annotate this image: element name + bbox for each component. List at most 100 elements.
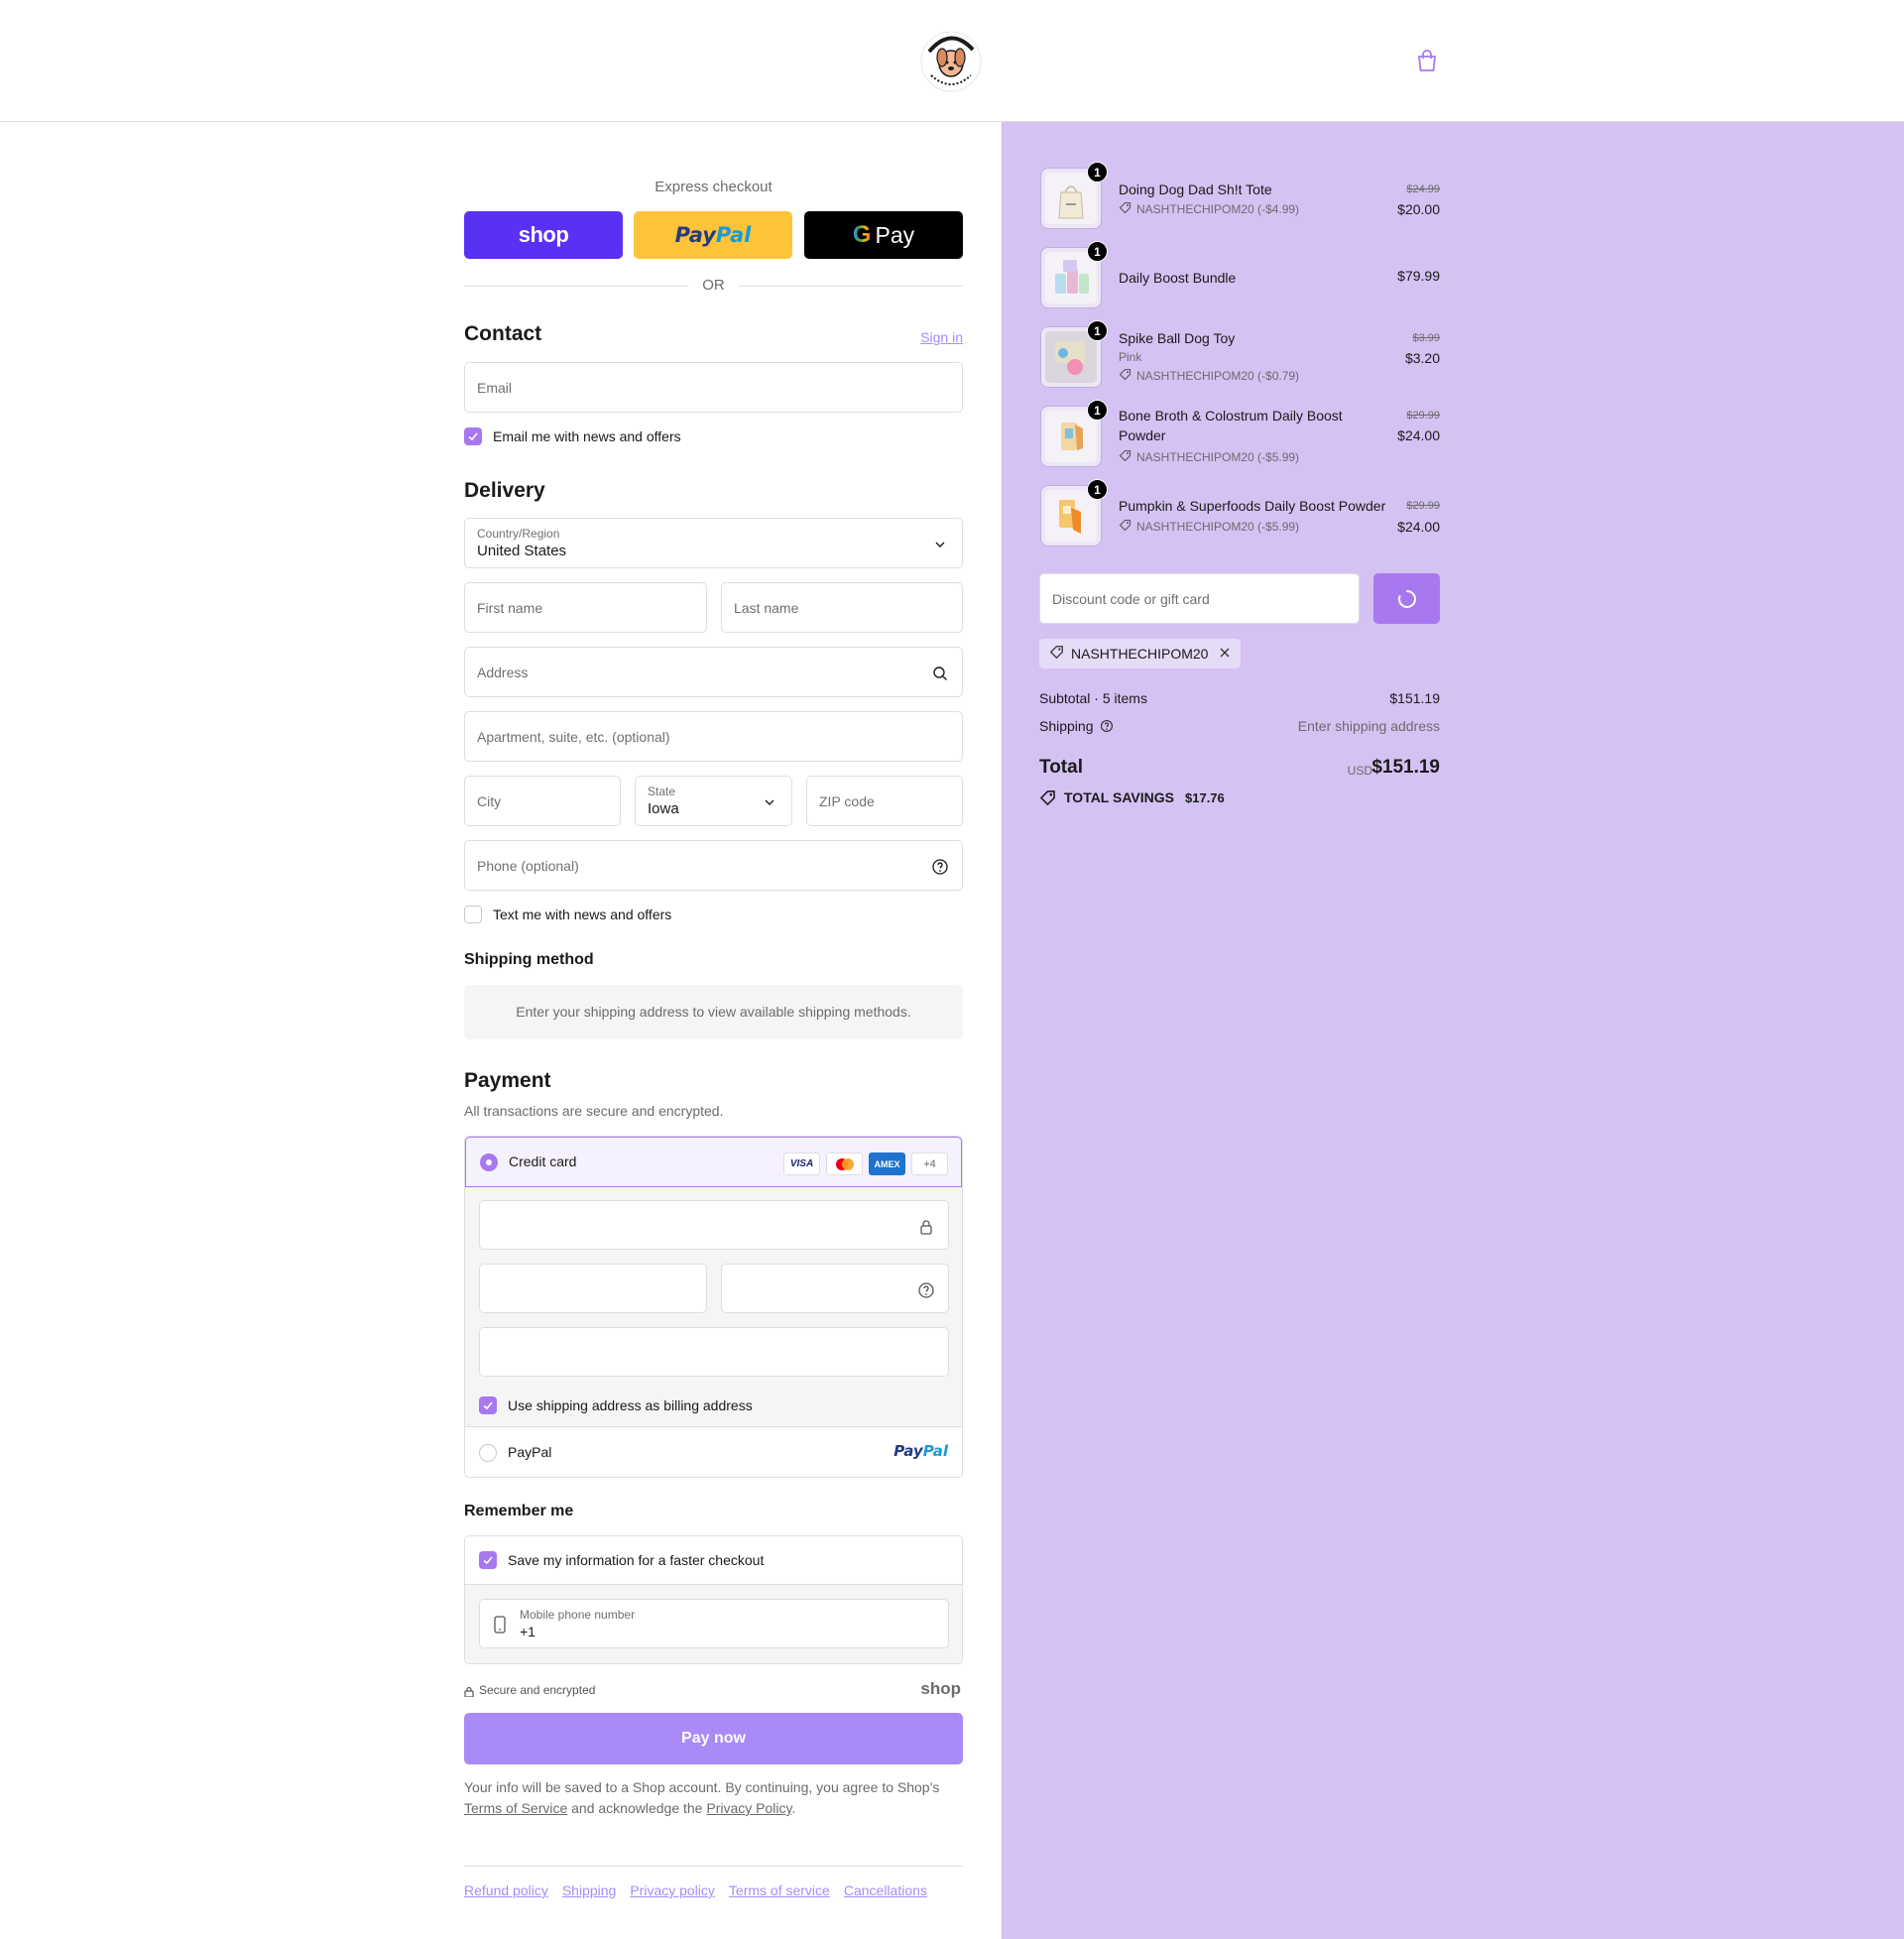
phone-field[interactable]: Phone (optional) [464,840,963,891]
chevron-down-icon [931,536,949,553]
item-discount-code: NASHTHECHIPOM20 (-$0.79) [1136,369,1300,383]
zip-field[interactable]: ZIP code [806,776,963,826]
item-name: Pumpkin & Superfoods Daily Boost Powder [1119,498,1386,514]
paypal-option[interactable]: PayPal PayPal [465,1427,962,1477]
secure-label: Secure and encrypted [479,1683,596,1697]
item-original-price: $29.99 [1406,500,1440,512]
paypal-logo: PayPal [893,1442,948,1460]
store-logo[interactable] [915,28,987,95]
shopping-bag-icon[interactable] [1416,49,1438,72]
name-on-card-field[interactable] [479,1327,949,1377]
item-price: $3.20 [1404,350,1440,366]
remove-discount-icon[interactable] [1219,646,1231,662]
item-discount-code: NASHTHECHIPOM20 (-$5.99) [1136,450,1300,464]
save-info-row[interactable]: Save my information for a faster checkou… [465,1536,962,1585]
paypal-label: PayPal [508,1444,552,1460]
terms-of-service-footer-link[interactable]: Terms of service [729,1882,830,1898]
help-icon[interactable] [1100,719,1114,736]
privacy-policy-link[interactable]: Privacy Policy [706,1800,791,1816]
credit-card-fields: Use shipping address as billing address [465,1187,962,1427]
text-news-label: Text me with news and offers [493,907,672,922]
item-price: $24.00 [1397,519,1440,535]
item-original-price: $3.99 [1412,332,1440,344]
save-info-label: Save my information for a faster checkou… [508,1552,765,1568]
quantity-badge: 1 [1087,320,1108,341]
apartment-field[interactable]: Apartment, suite, etc. (optional) [464,711,963,762]
google-pay-button[interactable]: G Pay [804,211,963,259]
shipping-label: Shipping [1039,718,1094,734]
sign-in-link[interactable]: Sign in [920,329,963,345]
mastercard-icon [826,1152,863,1175]
credit-card-radio[interactable] [480,1153,498,1171]
first-name-field[interactable]: First name [464,582,707,633]
city-field[interactable]: City [464,776,621,826]
shipping-policy-link[interactable]: Shipping [562,1882,617,1898]
secure-row: Secure and encrypted shop [464,1679,963,1701]
shipping-method-message: Enter your shipping address to view avai… [516,1004,911,1020]
chevron-down-icon [761,793,778,811]
expiration-date-field[interactable] [479,1264,707,1313]
item-discount-code: NASHTHECHIPOM20 (-$5.99) [1136,520,1300,534]
total-row: Total USD $151.19 [1039,757,1440,787]
applied-discount-tag: NASHTHECHIPOM20 [1039,639,1242,668]
remember-me-box: Save my information for a faster checkou… [464,1535,963,1664]
quantity-badge: 1 [1087,162,1108,182]
address-field[interactable]: Address [464,647,963,697]
country-label: Country/Region [477,527,560,541]
security-code-field[interactable] [721,1264,949,1313]
save-info-checkbox[interactable] [479,1551,497,1569]
header [0,0,1904,122]
mobile-phone-field[interactable]: Mobile phone number +1 [479,1599,949,1648]
item-discount-code: NASHTHECHIPOM20 (-$4.99) [1136,202,1300,216]
shipping-method-heading: Shipping method [464,951,594,968]
footer-links: Refund policy Shipping Privacy policy Terms… [464,1882,941,1898]
mobile-phone-icon [493,1615,507,1638]
phone-placeholder: Phone (optional) [477,858,579,874]
legal-text-2: and acknowledge the [571,1800,703,1816]
pay-now-label: Pay now [681,1730,746,1747]
privacy-policy-footer-link[interactable]: Privacy policy [630,1882,715,1898]
item-name: Doing Dog Dad Sh!t Tote [1119,182,1272,197]
tag-icon [1119,449,1131,465]
paypal-express-button[interactable]: PayPal [634,211,792,259]
paypal-radio[interactable] [479,1444,497,1462]
contact-heading: Contact [464,322,542,345]
legal-text: Your info will be saved to a Shop accoun… [464,1777,963,1819]
help-icon[interactable] [931,858,949,876]
lock-icon [464,1684,474,1701]
pay-now-button[interactable]: Pay now [464,1713,963,1764]
state-select[interactable]: State Iowa [635,776,792,826]
text-news-checkbox[interactable] [464,906,482,923]
state-value: Iowa [648,800,679,817]
legal-text-3: . [791,1800,796,1816]
email-field[interactable]: Email [464,362,963,413]
address-placeholder: Address [477,665,529,680]
country-value: United States [477,543,567,559]
refund-policy-link[interactable]: Refund policy [464,1882,548,1898]
shipping-value: Enter shipping address [1297,718,1440,734]
shop-pay-button[interactable]: shop [464,211,623,259]
quantity-badge: 1 [1087,479,1108,500]
google-pay-label: Pay [875,221,915,248]
shipping-method-placeholder: Enter your shipping address to view avai… [464,985,963,1039]
billing-address-label: Use shipping address as billing address [508,1397,753,1413]
email-news-checkbox[interactable] [464,427,482,445]
loading-spinner-icon [1397,589,1417,613]
or-label: OR [702,277,725,294]
credit-card-label: Credit card [509,1153,577,1169]
cancellations-link[interactable]: Cancellations [844,1882,927,1898]
credit-card-option[interactable]: Credit card VISA AMEX +4 [465,1137,962,1187]
billing-address-checkbox[interactable] [479,1396,497,1414]
savings-label: TOTAL SAVINGS [1064,789,1174,805]
help-icon[interactable] [917,1281,935,1299]
quantity-badge: 1 [1087,241,1108,262]
mobile-phone-value: +1 [520,1624,536,1639]
country-select[interactable]: Country/Region United States [464,518,963,568]
terms-of-service-link[interactable]: Terms of Service [464,1800,567,1816]
item-discount: NASHTHECHIPOM20 (-$5.99) [1119,449,1299,465]
last-name-field[interactable]: Last name [721,582,963,633]
email-placeholder: Email [477,380,513,396]
discount-code-field[interactable]: Discount code or gift card [1039,573,1360,624]
apply-discount-button[interactable] [1373,573,1440,624]
card-number-field[interactable] [479,1200,949,1250]
